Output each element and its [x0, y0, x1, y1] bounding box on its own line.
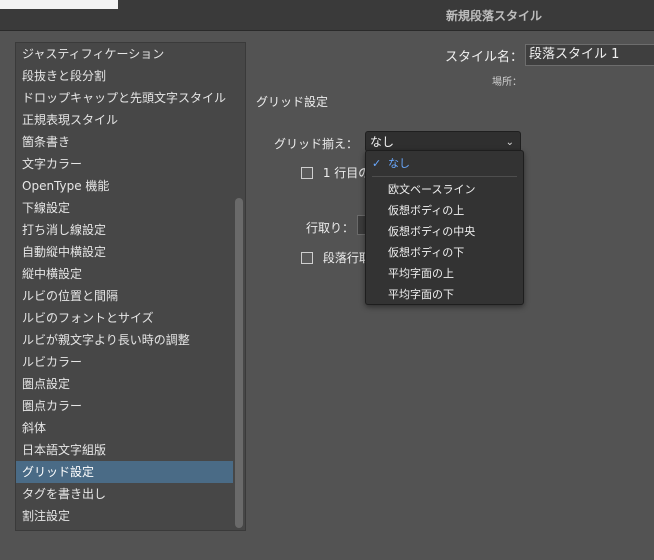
sidebar-item[interactable]: 文字カラー: [16, 153, 245, 175]
dropdown-option[interactable]: 平均字面の上: [366, 264, 523, 284]
dropdown-option[interactable]: 仮想ボディの中央: [366, 222, 523, 242]
para-line-option[interactable]: 段落行取: [301, 249, 371, 266]
dropdown-option[interactable]: 仮想ボディの下: [366, 243, 523, 263]
sidebar-item[interactable]: 圏点設定: [16, 373, 245, 395]
window-title: 新規段落スタイル: [445, 9, 542, 23]
sidebar-item[interactable]: 正規表現スタイル: [16, 109, 245, 131]
dropdown-option[interactable]: 仮想ボディの上: [366, 201, 523, 221]
location-label: 場所：: [492, 77, 522, 88]
sidebar-item[interactable]: 縦中横設定: [16, 263, 245, 285]
style-name-label: スタイル名：: [445, 50, 524, 65]
style-name-input[interactable]: 段落スタイル 1: [525, 44, 654, 66]
sidebar-item[interactable]: 割注設定: [16, 505, 245, 527]
sidebar-item[interactable]: 圏点カラー: [16, 395, 245, 417]
dropdown-option-label: なし: [388, 157, 410, 170]
window-titlebar: 新規段落スタイル: [0, 0, 654, 31]
sidebar-item[interactable]: 日本語文字組版: [16, 439, 245, 461]
sidebar-scrollbar[interactable]: [235, 198, 243, 528]
section-title: グリッド設定: [256, 95, 329, 109]
first-line-checkbox[interactable]: [301, 166, 313, 179]
sidebar-item[interactable]: 自動縦中横設定: [16, 241, 245, 263]
dropdown-option-none[interactable]: ✓ なし: [366, 154, 523, 174]
sidebar-item[interactable]: ルビが親文字より長い時の調整: [16, 329, 245, 351]
category-list[interactable]: ジャスティフィケーション 段抜きと段分割 ドロップキャップと先頭文字スタイル 正…: [15, 42, 246, 531]
first-line-option[interactable]: 1 行目の: [301, 164, 370, 181]
sidebar-item[interactable]: タグを書き出し: [16, 483, 245, 505]
grid-align-value: なし: [370, 135, 395, 149]
sidebar-item[interactable]: 斜体: [16, 417, 245, 439]
sidebar-item[interactable]: ルビの位置と間隔: [16, 285, 245, 307]
sidebar-item[interactable]: ルビカラー: [16, 351, 245, 373]
sidebar-item[interactable]: 下線設定: [16, 197, 245, 219]
sidebar-item[interactable]: 箇条書き: [16, 131, 245, 153]
dropdown-option[interactable]: 欧文ベースライン: [366, 180, 523, 200]
first-line-label: 1 行目の: [322, 166, 371, 180]
grid-align-dropdown-menu[interactable]: ✓ なし 欧文ベースライン 仮想ボディの上 仮想ボディの中央 仮想ボディの下 平…: [365, 150, 524, 305]
sidebar-item[interactable]: ルビのフォントとサイズ: [16, 307, 245, 329]
sidebar-item[interactable]: OpenType 機能: [16, 175, 245, 197]
sidebar-item[interactable]: 段抜きと段分割: [16, 65, 245, 87]
dropdown-option[interactable]: 平均字面の下: [366, 285, 523, 305]
sidebar-item[interactable]: 打ち消し線設定: [16, 219, 245, 241]
para-line-label: 段落行取: [322, 251, 371, 265]
sidebar-item-grid-settings[interactable]: グリッド設定: [16, 461, 233, 483]
leading-label: 行取り：: [306, 221, 355, 235]
grid-align-select[interactable]: なし ⌄: [365, 131, 521, 152]
para-line-checkbox[interactable]: [301, 251, 313, 264]
grid-align-label: グリッド揃え：: [274, 137, 359, 151]
sidebar-item[interactable]: ジャスティフィケーション: [16, 43, 245, 65]
sidebar-item[interactable]: ドロップキャップと先頭文字スタイル: [16, 87, 245, 109]
dropdown-separator: [372, 176, 517, 177]
checkmark-icon: ✓: [372, 157, 382, 170]
